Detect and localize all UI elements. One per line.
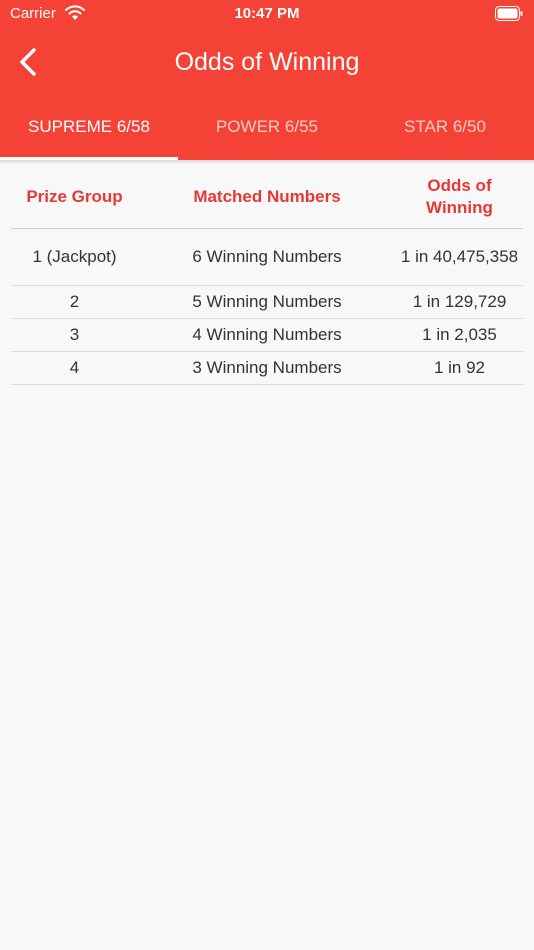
matched-numbers-cell: 4 Winning Numbers — [192, 325, 342, 344]
matched-numbers-cell: 5 Winning Numbers — [192, 292, 342, 311]
table-row: 1 (Jackpot) 6 Winning Numbers 1 in 40,47… — [11, 229, 523, 286]
odds-cell: 1 in 129,729 — [412, 292, 507, 311]
app-bar-shadow — [0, 160, 534, 165]
column-header-matched-numbers: Matched Numbers — [193, 187, 341, 206]
tab-bar: SUPREME 6/58 POWER 6/55 STAR 6/50 — [0, 106, 534, 160]
battery-icon — [495, 6, 523, 21]
tab-star[interactable]: STAR 6/50 — [356, 106, 534, 160]
status-time: 10:47 PM — [234, 5, 300, 22]
prize-group-cell: 1 (Jackpot) — [32, 247, 117, 266]
tab-power[interactable]: POWER 6/55 — [178, 106, 356, 160]
column-header-odds: Odds of Winning — [426, 176, 493, 217]
table-header-row: Prize Group Matched Numbers Odds of Winn… — [11, 166, 523, 229]
odds-cell: 1 in 2,035 — [422, 325, 497, 344]
app-bar: Carrier 10:47 PM Odds of Winning SUPREME… — [0, 0, 534, 160]
odds-table: Prize Group Matched Numbers Odds of Winn… — [11, 166, 523, 385]
odds-cell: 1 in 92 — [433, 358, 486, 377]
status-bar: Carrier 10:47 PM — [0, 0, 534, 28]
table-row: 2 5 Winning Numbers 1 in 129,729 — [11, 286, 523, 319]
column-header-prize-group: Prize Group — [26, 187, 123, 206]
tab-supreme[interactable]: SUPREME 6/58 — [0, 106, 178, 160]
page-title: Odds of Winning — [174, 48, 360, 76]
prize-group-cell: 3 — [69, 325, 80, 344]
odds-cell: 1 in 40,475,358 — [400, 247, 519, 266]
table-row: 4 3 Winning Numbers 1 in 92 — [11, 352, 523, 385]
prize-group-cell: 2 — [69, 292, 80, 311]
table-row: 3 4 Winning Numbers 1 in 2,035 — [11, 319, 523, 352]
matched-numbers-cell: 3 Winning Numbers — [192, 358, 342, 377]
prize-group-cell: 4 — [69, 358, 80, 377]
matched-numbers-cell: 6 Winning Numbers — [192, 247, 342, 266]
